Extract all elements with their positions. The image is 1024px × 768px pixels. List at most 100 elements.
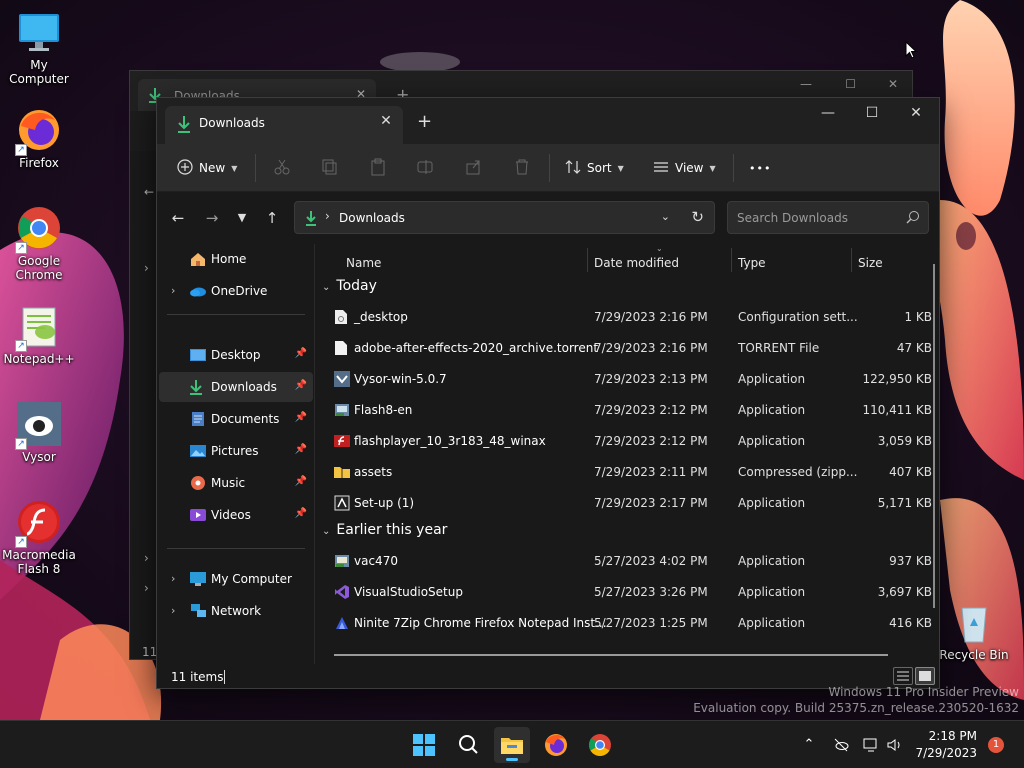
maximize-icon[interactable]: ☐ xyxy=(849,98,895,128)
file-type: Application xyxy=(738,616,806,630)
more-options-button[interactable]: ••• xyxy=(749,154,771,182)
clock[interactable]: 2:18 PM 7/29/2023 xyxy=(915,728,977,762)
rename-icon[interactable] xyxy=(417,158,437,178)
taskbar-file-explorer[interactable] xyxy=(494,727,530,763)
column-header-size[interactable]: Size xyxy=(858,256,883,270)
refresh-icon[interactable]: ↻ xyxy=(691,208,704,226)
network-icon[interactable] xyxy=(862,736,880,754)
tab-downloads[interactable]: Downloads ✕ xyxy=(165,106,403,144)
search-button[interactable] xyxy=(450,727,486,763)
flash-player-icon xyxy=(334,433,350,449)
chevron-right-icon[interactable]: › xyxy=(171,604,175,617)
breadcrumb-downloads[interactable]: Downloads xyxy=(339,211,405,225)
close-tab-icon[interactable]: ✕ xyxy=(377,113,395,131)
delete-icon[interactable] xyxy=(513,158,533,178)
share-icon[interactable] xyxy=(465,158,485,178)
desktop-icon-my-computer[interactable]: My Computer xyxy=(0,8,78,86)
file-explorer-window[interactable]: Downloads ✕ + — ☐ ✕ New ▼ Sort ▼ View ▼ … xyxy=(156,97,940,689)
nav-item-music[interactable]: Music 📌 xyxy=(159,468,313,498)
search-input[interactable]: Search Downloads xyxy=(727,201,929,234)
nav-item-home[interactable]: Home xyxy=(159,244,313,274)
pin-icon[interactable]: 📌 xyxy=(295,476,307,487)
file-row[interactable]: vac470 5/27/2023 4:02 PM Application 937… xyxy=(328,546,932,576)
close-window-icon[interactable]: ✕ xyxy=(888,77,898,91)
group-header-today[interactable]: ⌄ Today xyxy=(322,278,377,294)
nav-item-my-computer[interactable]: › My Computer xyxy=(159,564,313,594)
file-row[interactable]: adobe-after-effects-2020_archive.torrent… xyxy=(328,333,932,363)
up-arrow-icon[interactable]: ↑ xyxy=(259,206,285,232)
notification-badge[interactable]: 1 xyxy=(988,737,1004,753)
pin-icon[interactable]: 📌 xyxy=(295,508,307,519)
download-arrow-icon xyxy=(189,379,207,395)
file-row[interactable]: flashplayer_10_3r183_48_winax 7/29/2023 … xyxy=(328,426,932,456)
minimize-icon[interactable]: — xyxy=(805,98,851,128)
large-icons-view-icon[interactable] xyxy=(915,667,935,685)
new-button[interactable]: New ▼ xyxy=(177,154,237,182)
column-header-type[interactable]: Type xyxy=(738,256,766,270)
nav-item-downloads[interactable]: Downloads 📌 xyxy=(159,372,313,402)
nav-item-desktop[interactable]: Desktop 📌 xyxy=(159,340,313,370)
desktop-icon-recycle-bin[interactable]: Recycle Bin xyxy=(935,598,1013,662)
back-arrow-icon[interactable]: ← xyxy=(165,206,191,232)
paste-icon[interactable] xyxy=(369,158,389,178)
desktop-icon-chrome[interactable]: ↗ Google Chrome xyxy=(0,204,78,282)
file-name: Set-up (1) xyxy=(354,496,415,510)
desktop-icon-firefox[interactable]: ↗ Firefox xyxy=(0,106,78,170)
pin-icon[interactable]: 📌 xyxy=(295,412,307,423)
chevron-down-icon[interactable]: ⌄ xyxy=(661,210,670,223)
view-button[interactable]: View ▼ xyxy=(653,154,716,182)
horizontal-scrollbar[interactable] xyxy=(334,654,888,656)
file-row[interactable]: Vysor-win-5.0.7 7/29/2023 2:13 PM Applic… xyxy=(328,364,932,394)
nav-item-videos[interactable]: Videos 📌 xyxy=(159,500,313,530)
home-icon xyxy=(189,251,207,267)
view-button-label: View xyxy=(675,161,704,175)
file-row[interactable]: _desktop 7/29/2023 2:16 PM Configuration… xyxy=(328,302,932,332)
chevron-right-icon[interactable]: › xyxy=(171,284,175,297)
details-view-icon[interactable] xyxy=(893,667,913,685)
column-header-date[interactable]: Date modified xyxy=(594,256,679,270)
vertical-scrollbar[interactable] xyxy=(933,264,935,608)
start-button[interactable] xyxy=(406,727,442,763)
sort-button[interactable]: Sort ▼ xyxy=(565,154,624,182)
recent-locations-chevron-icon[interactable]: ▼ xyxy=(229,206,255,232)
desktop-icon-notepadpp[interactable]: ↗ Notepad++ xyxy=(0,302,78,366)
address-bar[interactable]: › Downloads ⌄ ↻ xyxy=(294,201,715,234)
cut-icon[interactable] xyxy=(273,158,293,178)
show-hidden-icons-chevron-icon[interactable]: ⌃ xyxy=(800,736,818,754)
pin-icon[interactable]: 📌 xyxy=(295,444,307,455)
nav-item-network[interactable]: › Network xyxy=(159,596,313,626)
minimize-icon[interactable]: — xyxy=(800,77,812,91)
onedrive-offline-icon[interactable] xyxy=(832,736,850,754)
column-separator[interactable] xyxy=(587,248,588,272)
file-row[interactable]: Ninite 7Zip Chrome Firefox Notepad Inst.… xyxy=(328,608,932,638)
file-row[interactable]: assets 7/29/2023 2:11 PM Compressed (zip… xyxy=(328,457,932,487)
pin-icon[interactable]: 📌 xyxy=(295,348,307,359)
taskbar-firefox[interactable] xyxy=(538,727,574,763)
volume-icon[interactable] xyxy=(886,736,904,754)
column-header-name[interactable]: Name xyxy=(346,256,381,270)
file-row[interactable]: Set-up (1) 7/29/2023 2:17 PM Application… xyxy=(328,488,932,518)
column-separator[interactable] xyxy=(731,248,732,272)
file-date: 7/29/2023 2:17 PM xyxy=(594,496,708,510)
search-icon xyxy=(459,735,478,754)
item-count: 11 items xyxy=(171,670,224,684)
desktop-icon-flash8[interactable]: ↗ Macromedia Flash 8 xyxy=(0,498,78,576)
group-header-earlier-this-year[interactable]: ⌄ Earlier this year xyxy=(322,522,447,538)
close-window-icon[interactable]: ✕ xyxy=(893,98,939,128)
copy-icon[interactable] xyxy=(321,158,341,178)
nav-item-documents[interactable]: Documents 📌 xyxy=(159,404,313,434)
file-row[interactable]: Flash8-en 7/29/2023 2:12 PM Application … xyxy=(328,395,932,425)
chevron-right-icon[interactable]: › xyxy=(171,572,175,585)
tab-title: Downloads xyxy=(199,116,265,130)
new-tab-icon[interactable]: + xyxy=(417,111,432,132)
maximize-icon[interactable]: ☐ xyxy=(845,77,856,91)
column-separator[interactable] xyxy=(851,248,852,272)
forward-arrow-icon[interactable]: → xyxy=(199,206,225,232)
taskbar-chrome[interactable] xyxy=(582,727,618,763)
nav-item-pictures[interactable]: Pictures 📌 xyxy=(159,436,313,466)
pin-icon[interactable]: 📌 xyxy=(295,380,307,391)
desktop-icon-vysor[interactable]: ↗ Vysor xyxy=(0,400,78,464)
nav-item-onedrive[interactable]: › OneDrive xyxy=(159,276,313,306)
file-row[interactable]: VisualStudioSetup 5/27/2023 3:26 PM Appl… xyxy=(328,577,932,607)
vysor-icon: ↗ xyxy=(15,400,63,450)
